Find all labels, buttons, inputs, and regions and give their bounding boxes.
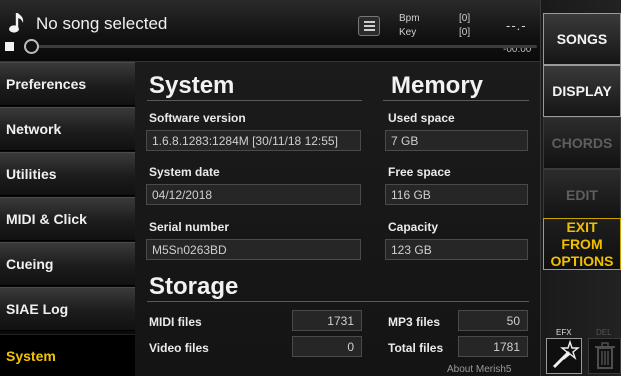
time-display: --.- [506,18,527,33]
memory-divider [383,100,529,101]
used-space-label: Used space [388,111,455,125]
free-space-label: Free space [388,165,451,179]
mp3-files-label: MP3 files [388,315,441,329]
song-list-icon[interactable] [358,16,380,36]
trash-icon [595,342,615,369]
system-title: System [149,72,235,99]
music-note-icon [9,13,24,33]
display-button[interactable]: DISPLAY [543,65,621,117]
efx-button[interactable] [546,338,582,374]
options-sidebar: Preferences Network Utilities MIDI & Cli… [0,62,135,376]
key-label: Key [399,27,417,38]
chords-button[interactable]: CHORDS [543,117,621,169]
capacity-label: Capacity [388,220,439,234]
exit-button-line1: EXIT FROM [561,218,603,252]
serial-number-field: M5Sn0263BD [146,239,361,260]
exit-options-button[interactable]: EXIT FROM OPTIONS [543,218,621,270]
sidebar-item-cueing[interactable]: Cueing [0,242,135,286]
software-version-label: Software version [149,111,246,125]
sidebar-item-system[interactable]: System [0,334,135,376]
sidebar-item-midi-click[interactable]: MIDI & Click [0,197,135,241]
key-value: [0] [459,27,471,38]
total-files-field: 1781 [458,336,528,357]
video-files-field: 0 [292,336,362,357]
system-date-field: 04/12/2018 [146,184,361,205]
edit-button[interactable]: EDIT [543,169,621,221]
exit-button-line2: OPTIONS [550,252,614,269]
memory-title: Memory [391,72,484,99]
sidebar-item-siae-log[interactable]: SIAE Log [0,287,135,331]
song-title[interactable]: No song selected [36,14,167,34]
system-date-label: System date [149,165,220,179]
sidebar-item-utilities[interactable]: Utilities [0,152,135,196]
bpm-label: Bpm [399,13,420,24]
system-divider [147,100,362,101]
about-link[interactable]: About Merish5 [447,364,511,375]
player-bar: No song selected Bpm [0] Key [0] --.- -0… [0,0,540,62]
progress-track[interactable] [30,45,537,48]
storage-divider [147,301,529,302]
serial-number-label: Serial number [149,220,230,234]
free-space-field: 116 GB [385,184,528,205]
progress-knob[interactable] [24,39,39,54]
midi-files-label: MIDI files [149,315,202,329]
sidebar-item-network[interactable]: Network [0,107,135,151]
capacity-field: 123 GB [385,239,528,260]
delete-button[interactable] [588,338,621,374]
used-space-field: 7 GB [385,130,528,151]
midi-files-field: 1731 [292,310,362,331]
bpm-value: [0] [459,13,471,24]
total-files-label: Total files [388,341,444,355]
sidebar-item-preferences[interactable]: Preferences [0,62,135,106]
software-version-field: 1.6.8.1283:1284M [30/11/18 12:55] [146,130,361,151]
del-label: DEL [596,328,612,337]
stop-icon[interactable] [5,42,14,51]
mp3-files-field: 50 [458,310,528,331]
songs-button[interactable]: SONGS [543,13,621,65]
magic-wand-icon [552,339,580,369]
efx-label: EFX [556,328,572,337]
video-files-label: Video files [149,341,209,355]
storage-title: Storage [149,273,239,300]
